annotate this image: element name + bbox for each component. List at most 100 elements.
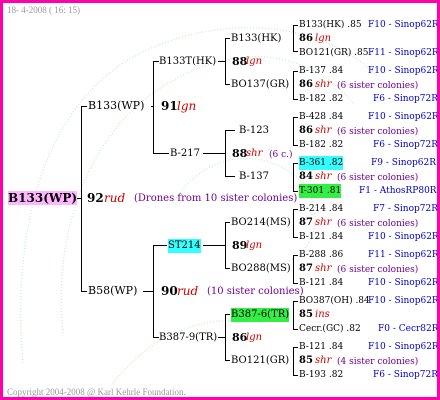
- gen1-year: 91: [161, 99, 178, 113]
- gen2-note: (6 c.): [269, 150, 293, 160]
- connector: [293, 99, 298, 100]
- gen4-code: F10 - Sinop62R: [368, 342, 439, 352]
- root-breeder: rud: [104, 191, 126, 205]
- connector: [151, 106, 154, 107]
- gen4-mid-breeder: shr: [315, 171, 332, 182]
- connector: [293, 255, 294, 283]
- gen4-mid-note: (6 sister colonies): [337, 81, 419, 91]
- connector: [225, 84, 230, 85]
- gen4-queen-name: B-137 .84: [299, 66, 344, 76]
- gen2-queen-name: B133T(HK): [159, 56, 217, 67]
- gen3-queen-name: BO137(GR): [231, 79, 290, 90]
- connector: [293, 117, 294, 145]
- gen4-mid-breeder: shr: [315, 125, 332, 136]
- connector: [293, 209, 294, 237]
- gen4-queen-name: B-361 .82: [299, 156, 344, 170]
- connector: [153, 153, 169, 154]
- gen4-code: F10 - Sinop62R: [368, 232, 439, 242]
- connector: [293, 237, 298, 238]
- gen4-code: F1 - AthosRP80R: [359, 186, 437, 196]
- connector: [293, 329, 298, 330]
- gen4-code: F6 - Sinop72R: [373, 140, 438, 150]
- gen4-mid-note: (6 sister colonies): [337, 127, 419, 137]
- gen2-queen-name: ST214: [168, 239, 201, 253]
- gen3-queen-name: BO121(GR): [231, 355, 290, 366]
- date-stamp: 18- 4-2008 ( 16: 15): [7, 5, 80, 15]
- gen3-queen-name: B-137: [239, 171, 269, 182]
- gen4-mid-breeder: ins: [315, 309, 330, 320]
- gen4-code: F10 - Sinop62R: [368, 112, 439, 122]
- connector: [81, 291, 87, 292]
- connector: [293, 71, 294, 99]
- gen2-breeder: lgn: [246, 332, 263, 343]
- connector: [293, 25, 298, 26]
- connector: [203, 153, 226, 154]
- connector: [293, 25, 294, 51]
- connector: [225, 130, 235, 131]
- gen1-year: 90: [161, 284, 178, 298]
- connector: [143, 291, 154, 292]
- connector: [293, 71, 298, 72]
- connector: [153, 61, 154, 153]
- gen2-queen-name: B387-9(TR): [159, 332, 218, 343]
- gen4-code: F0 - Cecr82R: [378, 324, 439, 334]
- gen1-note: (10 sister colonies): [207, 286, 304, 297]
- gen4-mid-year: 84: [299, 171, 313, 182]
- gen3-queen-name: BO288(MS): [231, 263, 291, 274]
- gen4-queen-name: B-193 .82: [299, 370, 344, 380]
- connector: [225, 268, 230, 269]
- gen4-code: F10 - Sinop62R: [368, 66, 439, 76]
- gen4-code: F9 - Sinop62R: [371, 158, 436, 168]
- connector: [225, 176, 235, 177]
- gen4-code: F7 - Sinop72R: [373, 204, 438, 214]
- gen3-queen-name: B133(HK): [231, 33, 282, 44]
- connector: [203, 245, 226, 246]
- connector: [225, 360, 230, 361]
- connector: [293, 163, 298, 164]
- connector: [293, 209, 298, 210]
- gen4-code: F6 - Sinop72R: [373, 370, 438, 380]
- gen4-code: F10 - Sinop62R: [368, 296, 439, 306]
- gen3-queen-name: BO214(MS): [231, 217, 291, 228]
- gen4-mid-year: 85: [299, 309, 313, 320]
- gen4-mid-breeder: lgn: [315, 33, 332, 44]
- connector: [293, 145, 298, 146]
- gen4-code: F10 - Sinop62R: [368, 278, 439, 288]
- gen1-queen-name: B58(WP): [88, 284, 138, 297]
- gen4-queen-name: BO121(GR) .85: [299, 48, 369, 58]
- gen4-mid-year: 87: [299, 263, 313, 274]
- connector: [225, 222, 230, 223]
- connector: [293, 347, 294, 375]
- root-queen-name: B133(WP): [8, 191, 78, 205]
- gen4-mid-note: (4 sister colonies): [337, 357, 419, 367]
- connector: [225, 314, 230, 315]
- connector: [218, 61, 226, 62]
- gen4-mid-note: (6 sister colonies): [337, 265, 419, 275]
- gen4-queen-name: B-121 .84: [299, 342, 344, 352]
- root-year: 92: [87, 191, 104, 205]
- gen4-mid-year: 87: [299, 217, 313, 228]
- gen1-breeder: rud: [177, 284, 199, 298]
- gen2-queen-name: B-217: [170, 148, 200, 159]
- connector: [293, 283, 298, 284]
- connector: [293, 301, 294, 329]
- gen4-mid-note: (6 sister colonies): [337, 173, 419, 183]
- gen4-queen-name: B133(HK) .85: [299, 20, 362, 30]
- gen4-queen-name: B-121 .84: [299, 278, 344, 288]
- connector: [81, 106, 87, 107]
- gen4-mid-breeder: shr: [315, 217, 332, 228]
- connector: [293, 301, 298, 302]
- gen4-code: F10 - Sinop62R: [368, 20, 439, 30]
- gen1-queen-name: B133(WP): [88, 99, 145, 112]
- gen4-mid-year: 86: [299, 33, 313, 44]
- root-note: (Drones from 10 sister colonies): [134, 193, 298, 204]
- gen2-breeder: shr: [246, 148, 263, 159]
- gen4-queen-name: T-301 .81: [299, 184, 342, 198]
- gen4-mid-year: 86: [299, 79, 313, 90]
- connector: [293, 51, 298, 52]
- gen2-breeder: lgn: [246, 56, 263, 67]
- connector: [218, 337, 226, 338]
- gen4-code: F11 - Sinop62R: [368, 48, 439, 58]
- copyright-text: Copyright 2004-2008 @ Karl Kehrle Founda…: [7, 387, 186, 397]
- gen3-queen-name: B-123: [239, 125, 269, 136]
